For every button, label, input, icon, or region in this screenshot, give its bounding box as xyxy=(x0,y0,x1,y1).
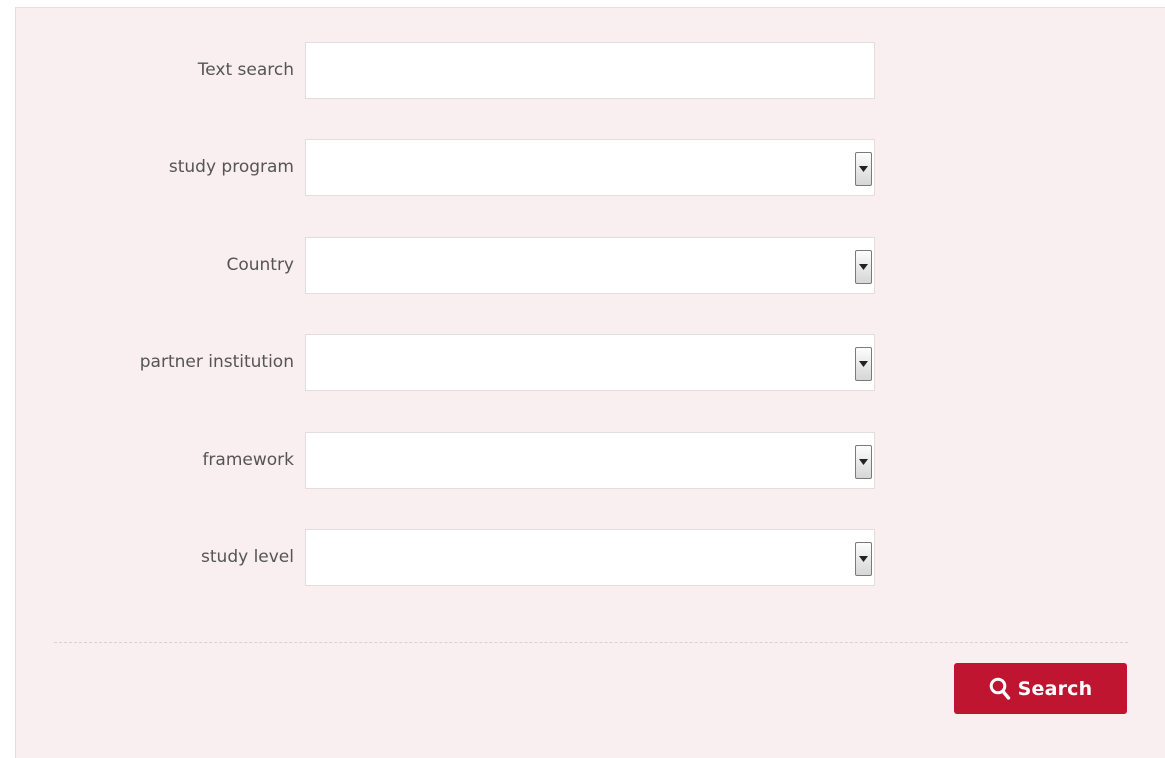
search-form-panel: Text search study program Country partne… xyxy=(15,7,1165,758)
search-button-label: Search xyxy=(1017,677,1093,700)
country-dropdown-button[interactable] xyxy=(855,250,872,284)
chevron-down-icon xyxy=(859,166,868,172)
study-level-label: study level xyxy=(201,547,294,567)
study-program-select[interactable] xyxy=(305,139,875,196)
country-select[interactable] xyxy=(305,237,875,294)
country-row: Country xyxy=(16,237,1165,294)
framework-row: framework xyxy=(16,432,1165,489)
text-search-field[interactable] xyxy=(305,42,875,99)
study-program-label: study program xyxy=(168,157,294,177)
partner-institution-select[interactable] xyxy=(305,334,875,391)
framework-label: framework xyxy=(202,450,294,470)
country-label: Country xyxy=(226,255,294,275)
text-search-input[interactable] xyxy=(306,43,874,98)
form-divider xyxy=(54,642,1128,643)
text-search-label: Text search xyxy=(197,60,294,80)
study-program-dropdown-button[interactable] xyxy=(855,152,872,186)
search-icon xyxy=(989,677,1010,700)
search-button[interactable]: Search xyxy=(954,663,1127,714)
study-level-dropdown-button[interactable] xyxy=(855,542,872,576)
chevron-down-icon xyxy=(859,264,868,270)
framework-dropdown-button[interactable] xyxy=(855,445,872,479)
chevron-down-icon xyxy=(859,556,868,562)
partner-institution-label: partner institution xyxy=(139,352,294,372)
partner-institution-row: partner institution xyxy=(16,334,1165,391)
study-level-row: study level xyxy=(16,529,1165,586)
partner-institution-dropdown-button[interactable] xyxy=(855,347,872,381)
chevron-down-icon xyxy=(859,361,868,367)
study-level-select[interactable] xyxy=(305,529,875,586)
text-search-row: Text search xyxy=(16,42,1165,99)
study-program-row: study program xyxy=(16,139,1165,196)
chevron-down-icon xyxy=(859,459,868,465)
framework-select[interactable] xyxy=(305,432,875,489)
